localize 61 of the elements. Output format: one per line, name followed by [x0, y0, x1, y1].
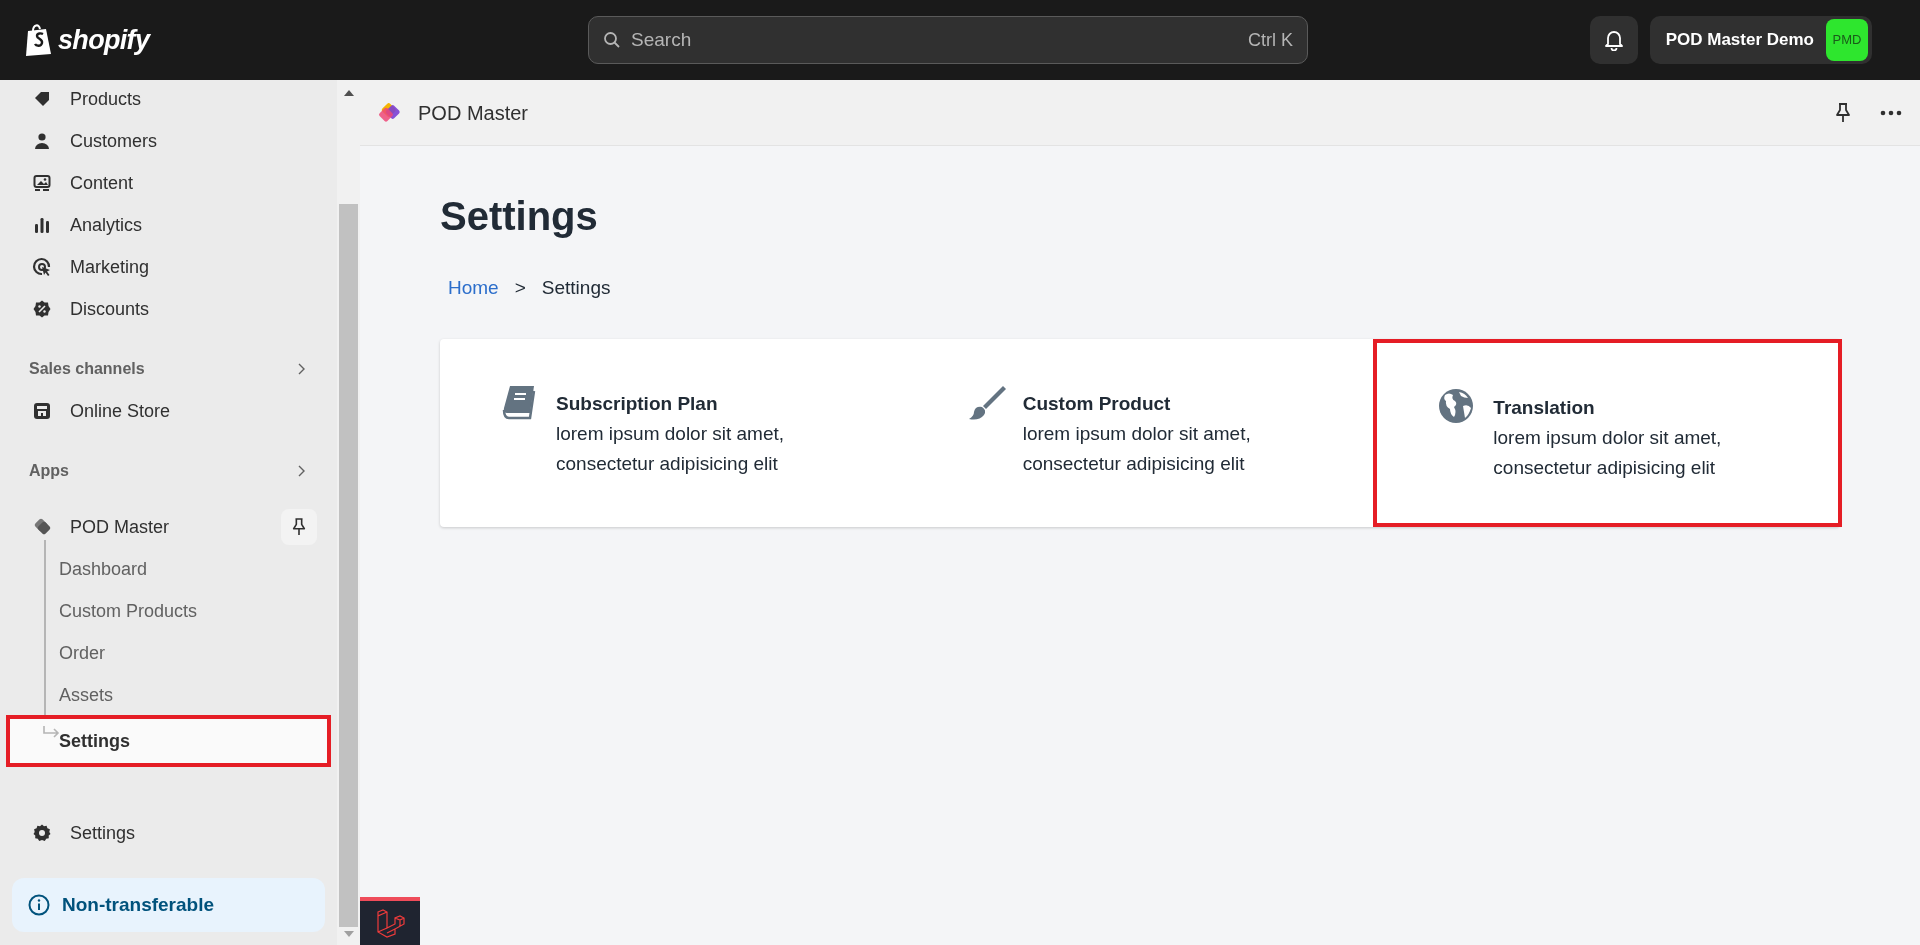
- section-header[interactable]: Apps: [12, 450, 325, 492]
- breadcrumb-current: Settings: [541, 276, 611, 300]
- app-logo-icon: [32, 517, 52, 537]
- sidebar-item[interactable]: Online Store: [12, 390, 325, 432]
- cubes-logo-icon: [375, 908, 405, 938]
- app-sub-item[interactable]: Custom Products: [12, 590, 325, 632]
- chevron-right-icon: [297, 465, 305, 477]
- logo-wordmark[interactable]: shopify: [58, 19, 150, 61]
- scrollbar-thumb[interactable]: [339, 204, 358, 927]
- bar-chart-icon: [32, 215, 52, 235]
- tile-title: Translation: [1493, 395, 1596, 420]
- gear-icon: [32, 823, 52, 843]
- tile-title: Custom Product: [1022, 391, 1172, 416]
- info-icon: [28, 894, 50, 916]
- notifications-button[interactable]: [1589, 16, 1638, 64]
- search-input[interactable]: Search: [631, 17, 1238, 63]
- person-icon: [32, 131, 52, 151]
- pin-icon[interactable]: [1834, 101, 1852, 124]
- app-sub-item[interactable]: Dashboard: [12, 548, 325, 590]
- setting-tile[interactable]: Subscription Plan lorem ipsum dolor sit amet, consectetur adipisicing elit: [440, 338, 907, 527]
- shopping-bag-logo-icon: [24, 23, 54, 57]
- tile-description: lorem ipsum dolor sit amet, consectetur adipisicing elit: [1493, 425, 1723, 480]
- app-nav-item[interactable]: POD Master: [12, 506, 325, 548]
- sidebar-item[interactable]: Settings: [12, 812, 325, 854]
- tile-description: lorem ipsum dolor sit amet, consectetur adipisicing elit: [556, 421, 786, 476]
- sidebar-item[interactable]: Analytics: [12, 204, 325, 246]
- app-sub-item[interactable]: Order: [12, 632, 325, 674]
- store-menu-button[interactable]: POD Master Demo PMD: [1649, 16, 1872, 64]
- sidebar-item[interactable]: Discounts: [12, 288, 325, 330]
- sidebar-item[interactable]: Products: [12, 80, 325, 120]
- setting-tile[interactable]: Translation lorem ipsum dolor sit amet, consectetur adipisicing elit: [1373, 338, 1842, 527]
- pin-button[interactable]: [281, 509, 317, 545]
- scroll-up-arrow-icon[interactable]: [343, 90, 354, 96]
- search-icon: [603, 31, 621, 49]
- setting-tile[interactable]: Custom Product lorem ipsum dolor sit amet, consectetur adipisicing elit: [906, 338, 1374, 527]
- branch-arrow-icon: [43, 726, 61, 740]
- sidebar-item[interactable]: Marketing: [12, 246, 325, 288]
- sidebar-item[interactable]: Customers: [12, 120, 325, 162]
- tile-title: Subscription Plan: [556, 391, 719, 416]
- app-sub-item[interactable]: Settings: [6, 715, 331, 767]
- tile-description: lorem ipsum dolor sit amet, consectetur adipisicing elit: [1022, 421, 1252, 476]
- page-title: Settings: [440, 196, 599, 236]
- debug-bar-button[interactable]: [360, 897, 420, 945]
- store-avatar: PMD: [1826, 19, 1868, 61]
- app-sub-item[interactable]: Assets: [12, 674, 325, 716]
- breadcrumb-link[interactable]: Home: [448, 274, 499, 303]
- breadcrumb-separator: >: [514, 276, 526, 300]
- search-bar[interactable]: Search Ctrl K: [588, 16, 1308, 64]
- image-monitor-icon: [32, 173, 52, 193]
- target-cursor-icon: [32, 257, 52, 277]
- more-options-icon[interactable]: [1880, 109, 1902, 116]
- keyboard-shortcut: Ctrl K: [1248, 28, 1293, 52]
- chevron-right-icon: [297, 363, 305, 375]
- app-title: POD Master: [418, 100, 529, 126]
- bell-icon: [1603, 29, 1624, 51]
- section-header[interactable]: Sales channels: [12, 348, 325, 390]
- sidebar-item[interactable]: Content: [12, 162, 325, 204]
- pin-icon: [291, 517, 307, 537]
- storefront-icon: [32, 401, 52, 421]
- notice-text: Non-transferable: [62, 892, 215, 917]
- percent-badge-icon: [32, 299, 52, 319]
